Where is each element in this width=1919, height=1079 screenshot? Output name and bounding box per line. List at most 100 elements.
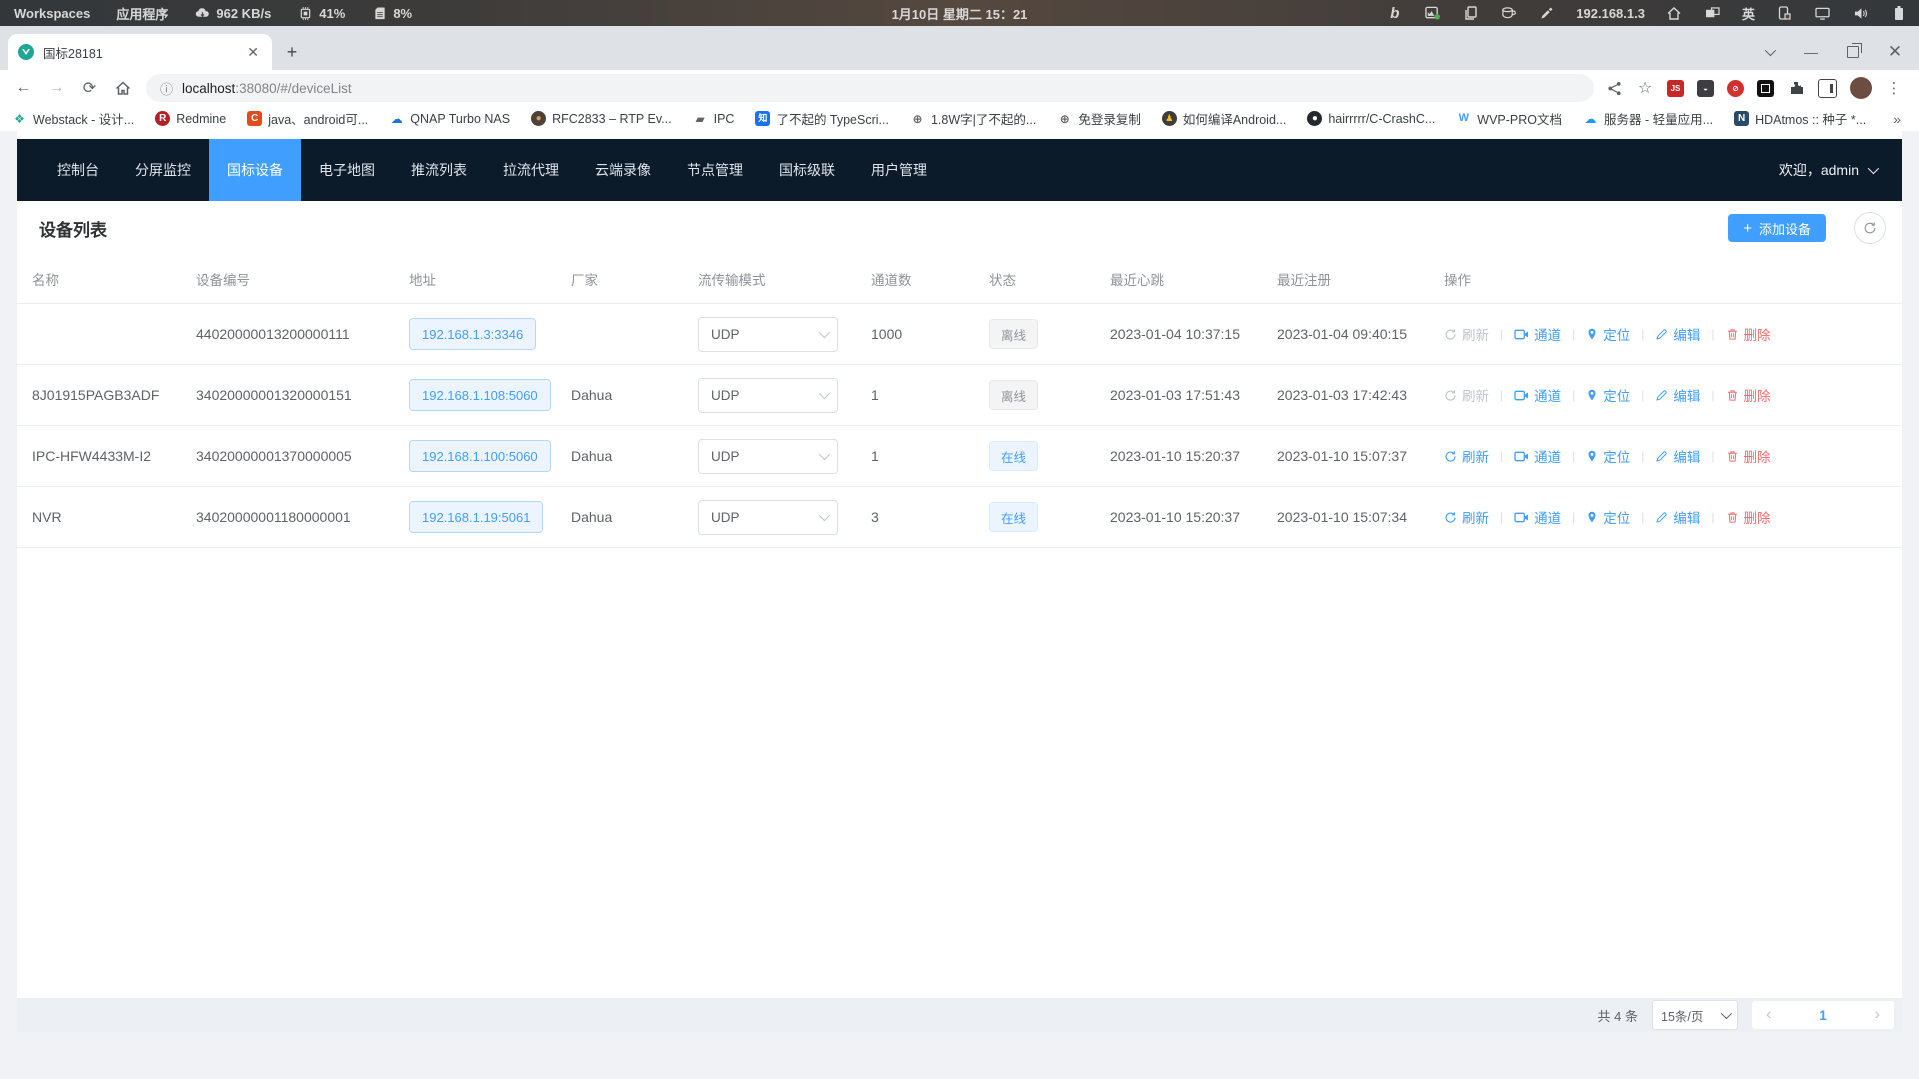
reload-button[interactable]: ⟳ <box>76 75 103 102</box>
bookmark-rfc2833[interactable]: ●RFC2833 – RTP Ev... <box>531 111 672 126</box>
input-method-indicator[interactable]: 英 <box>1742 4 1755 23</box>
next-page-button[interactable]: › <box>1875 1006 1880 1024</box>
edit-action[interactable]: 编辑 <box>1655 446 1700 466</box>
refresh-list-button[interactable] <box>1854 212 1886 244</box>
nav-item-node-manage[interactable]: 节点管理 <box>669 139 761 201</box>
bookmark-android-compile[interactable]: ♟如何编译Android... <box>1162 109 1287 128</box>
nav-item-cloud-record[interactable]: 云端录像 <box>577 139 669 201</box>
bookmark-wvp-doc[interactable]: WWVP-PRO文档 <box>1456 109 1562 128</box>
js-extension-icon[interactable]: JS <box>1667 80 1684 97</box>
nav-item-user-manage[interactable]: 用户管理 <box>853 139 945 201</box>
browser-menu-icon[interactable]: ⋮ <box>1885 79 1903 97</box>
refresh-action[interactable]: 刷新 <box>1444 446 1489 466</box>
back-button[interactable]: ← <box>10 75 37 102</box>
window-switcher-icon[interactable] <box>1704 5 1721 22</box>
battery-icon[interactable] <box>1890 5 1907 22</box>
color-picker-tray-icon[interactable] <box>1538 5 1555 22</box>
device-address-chip[interactable]: 192.168.1.3:3346 <box>409 318 536 350</box>
bookmark-cloud-server[interactable]: ☁服务器 - 轻量应用... <box>1583 109 1713 128</box>
bookmark-redmine[interactable]: RRedmine <box>155 111 226 126</box>
home-tray-icon[interactable] <box>1666 5 1683 22</box>
bookmark-webstack[interactable]: ❖Webstack - 设计... <box>12 109 134 128</box>
display-settings-icon[interactable] <box>1814 5 1831 22</box>
edit-action[interactable]: 编辑 <box>1655 507 1700 527</box>
device-address-chip[interactable]: 192.168.1.108:5060 <box>409 379 551 411</box>
locate-action[interactable]: 定位 <box>1586 324 1630 344</box>
workspaces-button[interactable]: Workspaces <box>14 6 90 21</box>
site-info-icon[interactable]: ⓘ <box>160 79 173 98</box>
locate-action[interactable]: 定位 <box>1586 385 1630 405</box>
delete-action[interactable]: 删除 <box>1726 446 1771 466</box>
volume-icon[interactable] <box>1852 5 1869 22</box>
bookmark-zhihu[interactable]: 知了不起的 TypeScri... <box>755 109 889 128</box>
nav-item-gb-cascade[interactable]: 国标级联 <box>761 139 853 201</box>
edit-action[interactable]: 编辑 <box>1655 385 1700 405</box>
delete-action[interactable]: 删除 <box>1726 385 1771 405</box>
screenshot-extension-icon[interactable] <box>1757 80 1774 97</box>
cpu-indicator[interactable]: 41% <box>297 5 345 22</box>
tab-search-chevron-icon[interactable] <box>1761 44 1777 60</box>
network-speed-indicator[interactable]: 962 KB/s <box>194 5 271 22</box>
nav-item-split-monitor[interactable]: 分屏监控 <box>117 139 209 201</box>
locate-action[interactable]: 定位 <box>1586 446 1630 466</box>
bing-tray-icon[interactable]: b <box>1386 5 1403 22</box>
dark-reader-extension-icon[interactable]: ◒ <box>1697 80 1714 97</box>
bookmark-star-icon[interactable]: ☆ <box>1636 79 1654 97</box>
refresh-action[interactable]: 刷新 <box>1444 507 1489 527</box>
nav-item-pull-proxy[interactable]: 拉流代理 <box>485 139 577 201</box>
bookmark-folder-ipc[interactable]: ▰IPC <box>693 111 735 126</box>
extensions-puzzle-icon[interactable] <box>1787 79 1805 97</box>
nav-item-gb-devices[interactable]: 国标设备 <box>209 139 301 201</box>
profile-avatar[interactable] <box>1850 77 1872 99</box>
home-button[interactable] <box>109 75 136 102</box>
channels-action[interactable]: 通道 <box>1514 446 1561 466</box>
bookmark-github[interactable]: ●hairrrrr/C-CrashC... <box>1307 111 1435 126</box>
clipboard-tray-icon[interactable] <box>1462 5 1479 22</box>
edit-action[interactable]: 编辑 <box>1655 324 1700 344</box>
user-menu[interactable]: 欢迎，admin <box>1779 139 1902 201</box>
share-icon[interactable] <box>1605 79 1623 97</box>
window-close-button[interactable]: ✕ <box>1887 44 1903 60</box>
bookmark-csdn[interactable]: Cjava、android可... <box>247 109 368 128</box>
channels-action[interactable]: 通道 <box>1514 324 1561 344</box>
stream-mode-select[interactable]: UDP <box>698 500 838 535</box>
refresh-action[interactable]: 刷新 <box>1444 324 1489 344</box>
address-bar[interactable]: ⓘ localhost:38080/#/deviceList <box>146 74 1594 102</box>
stream-mode-select[interactable]: UDP <box>698 378 838 413</box>
bookmark-hdatmos[interactable]: NHDAtmos :: 种子 *... <box>1734 109 1866 128</box>
bookmarks-overflow-chevron[interactable]: » <box>1893 111 1907 127</box>
device-address-chip[interactable]: 192.168.1.100:5060 <box>409 440 551 472</box>
bookmark-article[interactable]: ⊕1.8W字|了不起的... <box>910 109 1036 128</box>
browser-tab-active[interactable]: 国标28181 ✕ <box>8 34 272 70</box>
screenshot-tray-icon[interactable] <box>1424 5 1441 22</box>
delete-action[interactable]: 删除 <box>1726 324 1771 344</box>
window-restore-button[interactable] <box>1845 44 1861 60</box>
add-device-button[interactable]: +添加设备 <box>1728 214 1826 242</box>
locate-action[interactable]: 定位 <box>1586 507 1630 527</box>
forward-button[interactable]: → <box>43 75 70 102</box>
nav-item-console[interactable]: 控制台 <box>39 139 117 201</box>
coffee-tray-icon[interactable] <box>1500 5 1517 22</box>
memory-indicator[interactable]: 8% <box>371 5 412 22</box>
bookmark-qnap[interactable]: ☁QNAP Turbo NAS <box>389 111 510 126</box>
new-tab-button[interactable]: + <box>278 38 306 66</box>
applications-menu[interactable]: 应用程序 <box>116 4 168 23</box>
window-minimize-button[interactable]: — <box>1803 44 1819 60</box>
current-page-number[interactable]: 1 <box>1819 1008 1827 1023</box>
device-address-chip[interactable]: 192.168.1.19:5061 <box>409 501 543 533</box>
refresh-action[interactable]: 刷新 <box>1444 385 1489 405</box>
delete-action[interactable]: 删除 <box>1726 507 1771 527</box>
adblock-extension-icon[interactable]: ⊘ <box>1727 80 1744 97</box>
prev-page-button[interactable]: ‹ <box>1766 1006 1771 1024</box>
nav-item-push-streams[interactable]: 推流列表 <box>393 139 485 201</box>
bookmark-copy-tool[interactable]: ⊕免登录复制 <box>1057 109 1141 128</box>
tab-close-icon[interactable]: ✕ <box>244 44 262 61</box>
phone-link-icon[interactable] <box>1776 5 1793 22</box>
sidebar-extension-icon[interactable] <box>1818 79 1837 98</box>
stream-mode-select[interactable]: UDP <box>698 317 838 352</box>
channels-action[interactable]: 通道 <box>1514 385 1561 405</box>
stream-mode-select[interactable]: UDP <box>698 439 838 474</box>
ip-address-indicator[interactable]: 192.168.1.3 <box>1576 6 1645 21</box>
page-size-select[interactable]: 15条/页 <box>1652 1000 1738 1030</box>
channels-action[interactable]: 通道 <box>1514 507 1561 527</box>
